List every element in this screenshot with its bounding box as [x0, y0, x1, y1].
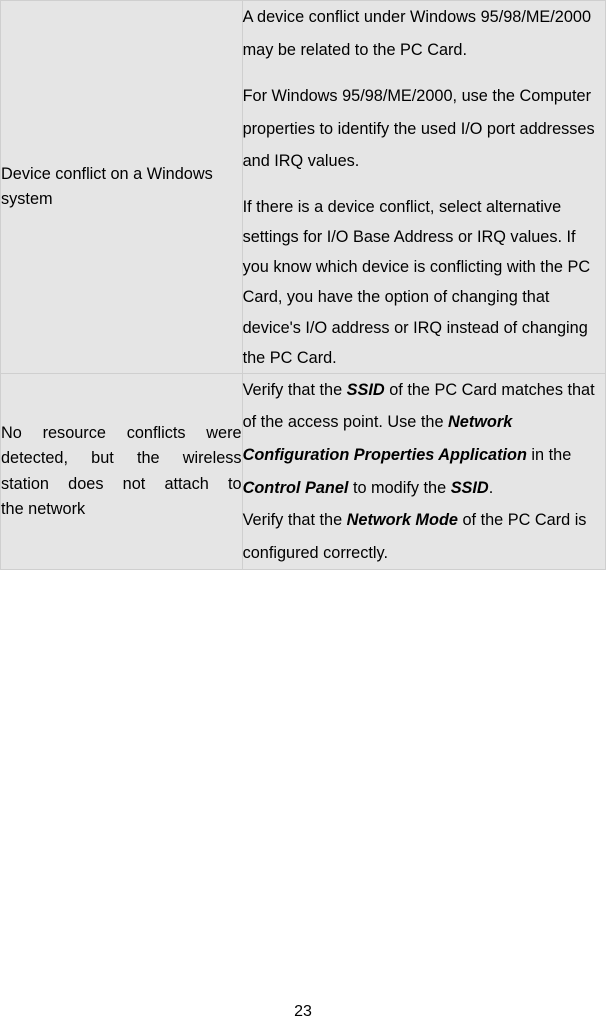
solution-cell: A device conflict under Windows 95/98/ME…: [242, 1, 605, 374]
solution-paragraph: Verify that the Network Mode of the PC C…: [243, 504, 605, 569]
troubleshooting-table: Device conflict on a Windows system A de…: [0, 0, 606, 570]
solution-paragraph: A device conflict under Windows 95/98/ME…: [243, 1, 605, 66]
problem-line: station does not attach to: [1, 472, 242, 497]
problem-line: detected, but the wireless: [1, 446, 242, 471]
problem-cell: Device conflict on a Windows system: [1, 1, 243, 374]
page-container: Device conflict on a Windows system A de…: [0, 0, 606, 1035]
paragraph-break: [243, 178, 605, 192]
text-segment: .: [489, 479, 494, 497]
problem-cell: No resource conflicts were detected, but…: [1, 373, 243, 570]
problem-text: Device conflict on a Windows system: [1, 162, 242, 213]
table-row: No resource conflicts were detected, but…: [1, 373, 606, 570]
solution-paragraph: For Windows 95/98/ME/2000, use the Compu…: [243, 80, 605, 178]
text-segment: in the: [527, 446, 571, 464]
solution-paragraph: If there is a device conflict, select al…: [243, 192, 605, 373]
term-ssid: SSID: [451, 479, 489, 497]
page-number: 23: [0, 1003, 606, 1021]
problem-line: the network: [1, 497, 242, 522]
text-segment: Verify that the: [243, 381, 347, 399]
term-network-mode: Network Mode: [347, 511, 458, 529]
solution-paragraph: Verify that the SSID of the PC Card matc…: [243, 374, 605, 504]
term-ssid: SSID: [347, 381, 385, 399]
problem-line: No resource conflicts were: [1, 421, 242, 446]
paragraph-break: [243, 66, 605, 80]
text-segment: to modify the: [348, 479, 450, 497]
table-row: Device conflict on a Windows system A de…: [1, 1, 606, 374]
text-segment: Verify that the: [243, 511, 347, 529]
term-control-panel: Control Panel: [243, 479, 349, 497]
solution-cell: Verify that the SSID of the PC Card matc…: [242, 373, 605, 570]
